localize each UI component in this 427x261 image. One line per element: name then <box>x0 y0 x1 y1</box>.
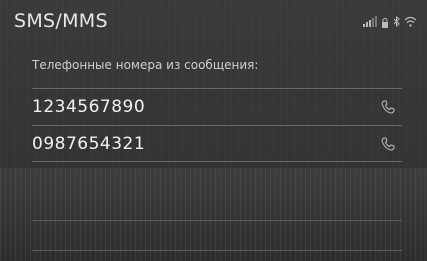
lock-icon <box>381 13 389 28</box>
phone-number-row[interactable]: 0987654321 <box>32 127 402 161</box>
numbers-subtitle: Телефонные номера из сообщения: <box>32 58 259 72</box>
divider <box>32 125 402 126</box>
phone-icon[interactable] <box>380 136 396 152</box>
signal-icon <box>363 12 377 27</box>
phone-number: 0987654321 <box>32 134 146 154</box>
background-floor <box>0 168 427 261</box>
status-icons <box>363 12 417 28</box>
divider <box>32 220 402 221</box>
bluetooth-icon <box>393 12 400 28</box>
phone-number: 1234567890 <box>32 97 146 117</box>
wifi-icon <box>404 12 417 27</box>
phone-number-row[interactable]: 1234567890 <box>32 90 402 124</box>
phone-icon[interactable] <box>380 99 396 115</box>
header-bar: SMS/MMS <box>0 0 427 52</box>
divider <box>32 161 402 162</box>
sms-mms-screen: SMS/MMS Телефонные номера из сообщения: … <box>0 0 427 261</box>
page-title: SMS/MMS <box>14 10 108 32</box>
divider <box>32 250 402 251</box>
divider <box>32 88 402 89</box>
